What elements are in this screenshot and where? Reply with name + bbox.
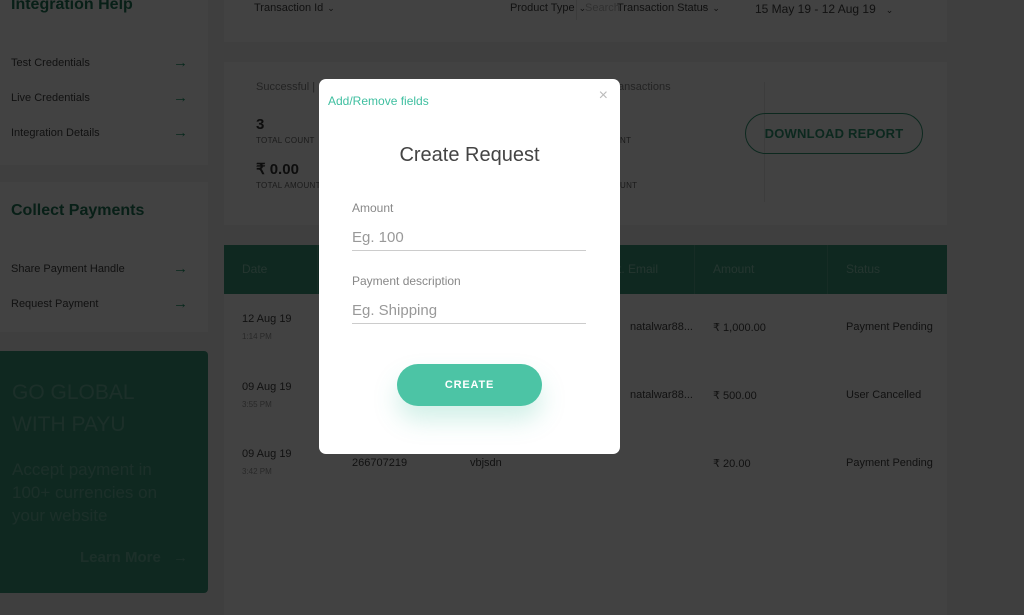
create-request-modal: Add/Remove fields × Create Request Amoun… xyxy=(319,79,620,454)
amount-label: Amount xyxy=(352,201,394,215)
add-remove-fields-link[interactable]: Add/Remove fields xyxy=(328,94,429,108)
modal-title: Create Request xyxy=(399,144,540,166)
close-icon[interactable]: × xyxy=(599,87,608,105)
payment-description-input[interactable] xyxy=(352,298,586,324)
payment-description-label: Payment description xyxy=(352,274,461,288)
amount-input[interactable] xyxy=(352,225,586,251)
create-button[interactable]: CREATE xyxy=(397,364,542,406)
